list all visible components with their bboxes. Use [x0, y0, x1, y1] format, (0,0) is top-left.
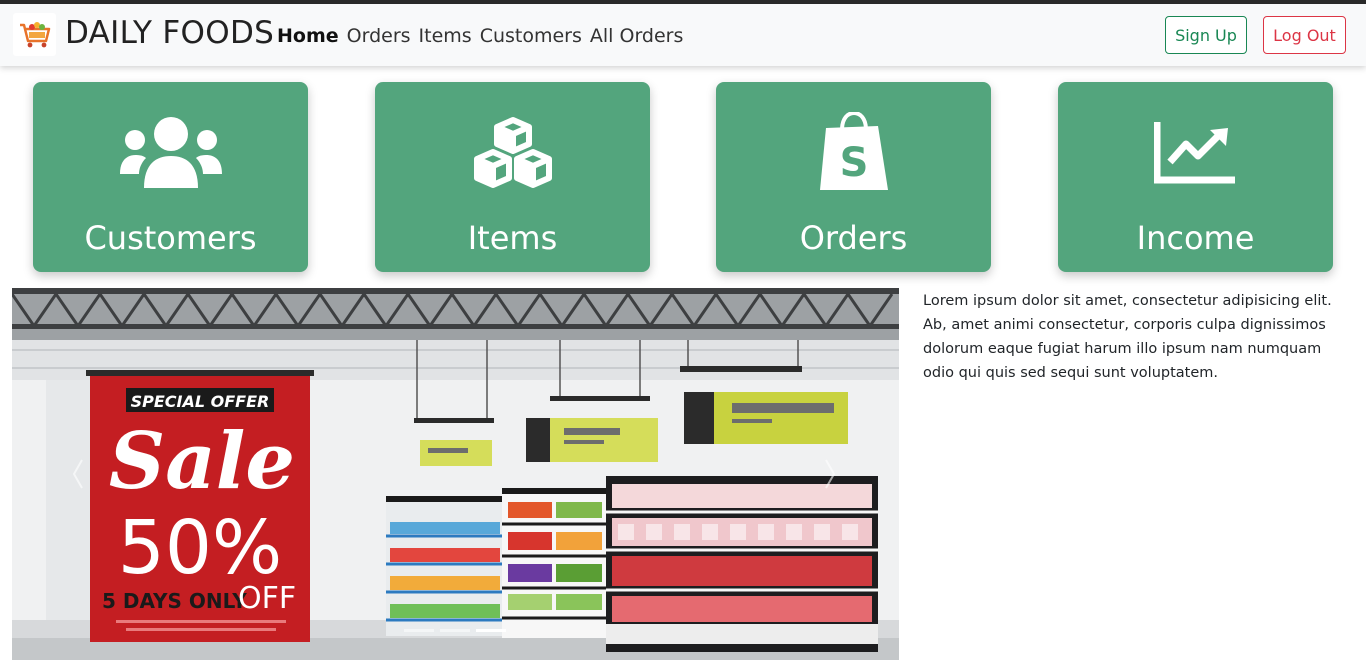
income-card[interactable]: Income: [1058, 82, 1333, 272]
logout-button[interactable]: Log Out: [1263, 16, 1346, 54]
boxes-icon: [458, 112, 568, 192]
nav-links: Home Orders Items Customers All Orders: [277, 25, 683, 47]
income-card-label: Income: [1136, 219, 1255, 257]
navbar: DAILY FOODS Home Orders Items Customers …: [0, 4, 1366, 66]
customers-card-label: Customers: [84, 219, 257, 257]
description-text: Lorem ipsum dolor sit amet, consectetur …: [923, 293, 1332, 381]
nav-home-link[interactable]: Home: [277, 25, 339, 47]
supermarket-banner-image[interactable]: SPECIAL OFFER Sale 50% 5 DAYS ONLY OFF: [12, 288, 899, 660]
svg-text:S: S: [839, 140, 868, 186]
items-card[interactable]: Items: [375, 82, 650, 272]
users-icon: [116, 112, 226, 192]
chart-line-icon: [1141, 112, 1251, 192]
orders-card-label: Orders: [799, 219, 908, 257]
off-text: OFF: [238, 581, 296, 616]
special-offer-text: SPECIAL OFFER: [131, 392, 270, 411]
sale-percent-text: 50%: [118, 505, 282, 591]
customers-card[interactable]: Customers: [33, 82, 308, 272]
shopify-bag-icon: S: [799, 112, 909, 192]
brand-title[interactable]: DAILY FOODS: [65, 15, 274, 51]
nav-orders-link[interactable]: Orders: [347, 25, 411, 47]
orders-card[interactable]: S Orders: [716, 82, 991, 272]
cart-logo-icon[interactable]: [13, 13, 56, 56]
nav-customers-link[interactable]: Customers: [480, 25, 582, 47]
nav-all-orders-link[interactable]: All Orders: [590, 25, 684, 47]
signup-button[interactable]: Sign Up: [1165, 16, 1247, 54]
sale-text: Sale: [109, 416, 295, 507]
days-only-text: 5 DAYS ONLY: [102, 589, 247, 613]
items-card-label: Items: [467, 219, 558, 257]
nav-items-link[interactable]: Items: [419, 25, 472, 47]
